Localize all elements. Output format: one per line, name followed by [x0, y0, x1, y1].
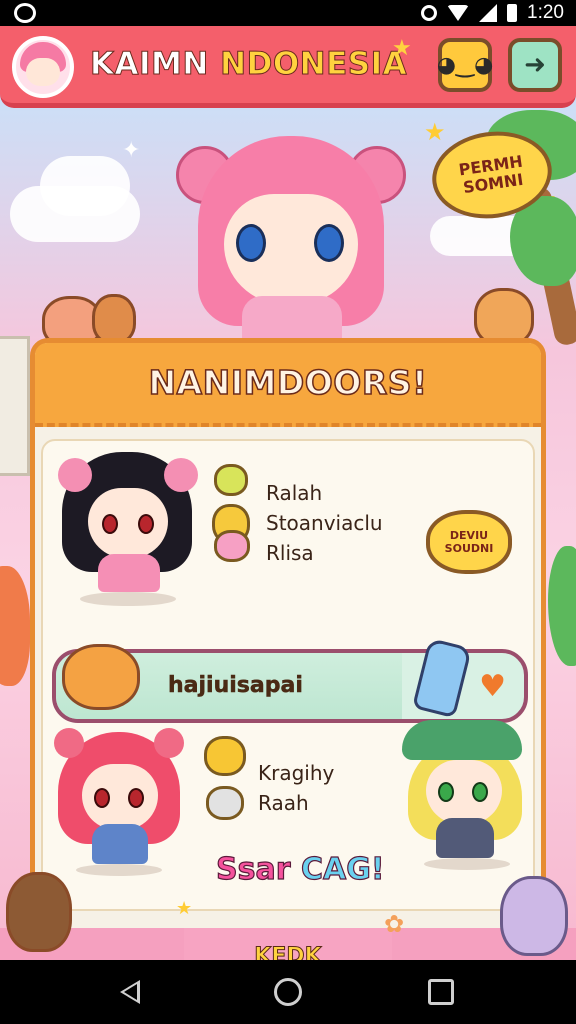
signal-icon: [479, 4, 498, 22]
bunny-character[interactable]: [500, 876, 568, 956]
squirrel-pet[interactable]: [92, 294, 136, 344]
cta-part-1: Ssar: [215, 851, 291, 887]
bear-pet[interactable]: [6, 872, 72, 952]
cat-pet: [62, 644, 140, 710]
autumn-tree: [0, 566, 30, 686]
speech-bubble-text: PERMH SOMNI: [457, 151, 525, 198]
cat-icon: [206, 786, 244, 820]
face-icon: ◕‿◕: [436, 52, 494, 78]
cta-part-2: CAG!: [300, 851, 385, 887]
next-arrow-icon: ➜: [524, 50, 546, 80]
red-hair-character[interactable]: [54, 726, 184, 876]
info-line: Rlisa: [266, 541, 314, 565]
blonde-character[interactable]: [402, 720, 528, 870]
info-line: Raah: [258, 791, 309, 815]
info-line: Ralah: [266, 481, 323, 505]
star-icon: ★: [392, 36, 412, 61]
ok-button[interactable]: KEDK: [184, 928, 392, 960]
cloud-decoration: [40, 156, 130, 216]
mascot-character[interactable]: [176, 116, 406, 376]
badge-bubble[interactable]: DEVIU SOUDNI: [426, 510, 512, 574]
badge-text: DEVIU SOUDNI: [444, 529, 494, 555]
status-icons: 1:20: [421, 2, 564, 24]
cat-icon: [214, 464, 248, 496]
info-line: Stoanviaclu: [266, 511, 383, 535]
game-title: KAIMN NDONESIA: [90, 46, 408, 83]
wifi-icon: [447, 5, 470, 21]
battery-icon: [507, 4, 518, 22]
recent-apps-icon[interactable]: [428, 979, 454, 1005]
building-decoration: [0, 336, 30, 476]
player-avatar[interactable]: [12, 36, 74, 98]
header-bar: KAIMN NDONESIA ★ ◕‿◕ ➜: [0, 26, 576, 108]
game-scene: ✦ ★ ★ KAIMN NDONESIA ★ ◕‿◕ ➜ PERMH SOMNI: [0, 26, 576, 960]
title-part-1: KAIMN: [90, 46, 209, 83]
start-button[interactable]: Ssar CAG!: [215, 851, 385, 887]
clock-time: 1:20: [527, 2, 564, 23]
panel-title: NANIMDOORS!: [148, 362, 428, 403]
panel-header: NANIMDOORS!: [35, 343, 541, 427]
face-button[interactable]: ◕‿◕: [436, 38, 494, 92]
star-icon: ★: [176, 898, 193, 919]
black-hair-character[interactable]: [58, 446, 198, 606]
next-button[interactable]: ➜: [508, 38, 562, 92]
title-part-2: NDONESIA: [220, 46, 408, 83]
sparkle-icon: ✦: [122, 138, 141, 163]
heart-icon[interactable]: ♥: [479, 669, 506, 704]
home-icon[interactable]: [274, 978, 302, 1006]
star-icon: ★: [424, 118, 446, 146]
cat-icon: [204, 736, 246, 776]
cat-icon: [214, 530, 250, 562]
back-icon[interactable]: [120, 980, 140, 1004]
system-nav-bar: [0, 960, 576, 1024]
app-notification-icon: [14, 3, 36, 23]
character-info: Kragihy Raah: [258, 758, 334, 818]
flower-icon: ✿: [384, 910, 405, 938]
info-line: Kragihy: [258, 761, 335, 785]
bush-decoration: [548, 546, 576, 666]
ok-label: KEDK: [254, 943, 322, 960]
alarm-icon: [421, 5, 438, 21]
progress-label: hajiuisapai: [168, 673, 303, 699]
character-info: Ralah Stoanviaclu Rlisa: [266, 478, 383, 568]
status-bar: 1:20: [0, 0, 576, 26]
